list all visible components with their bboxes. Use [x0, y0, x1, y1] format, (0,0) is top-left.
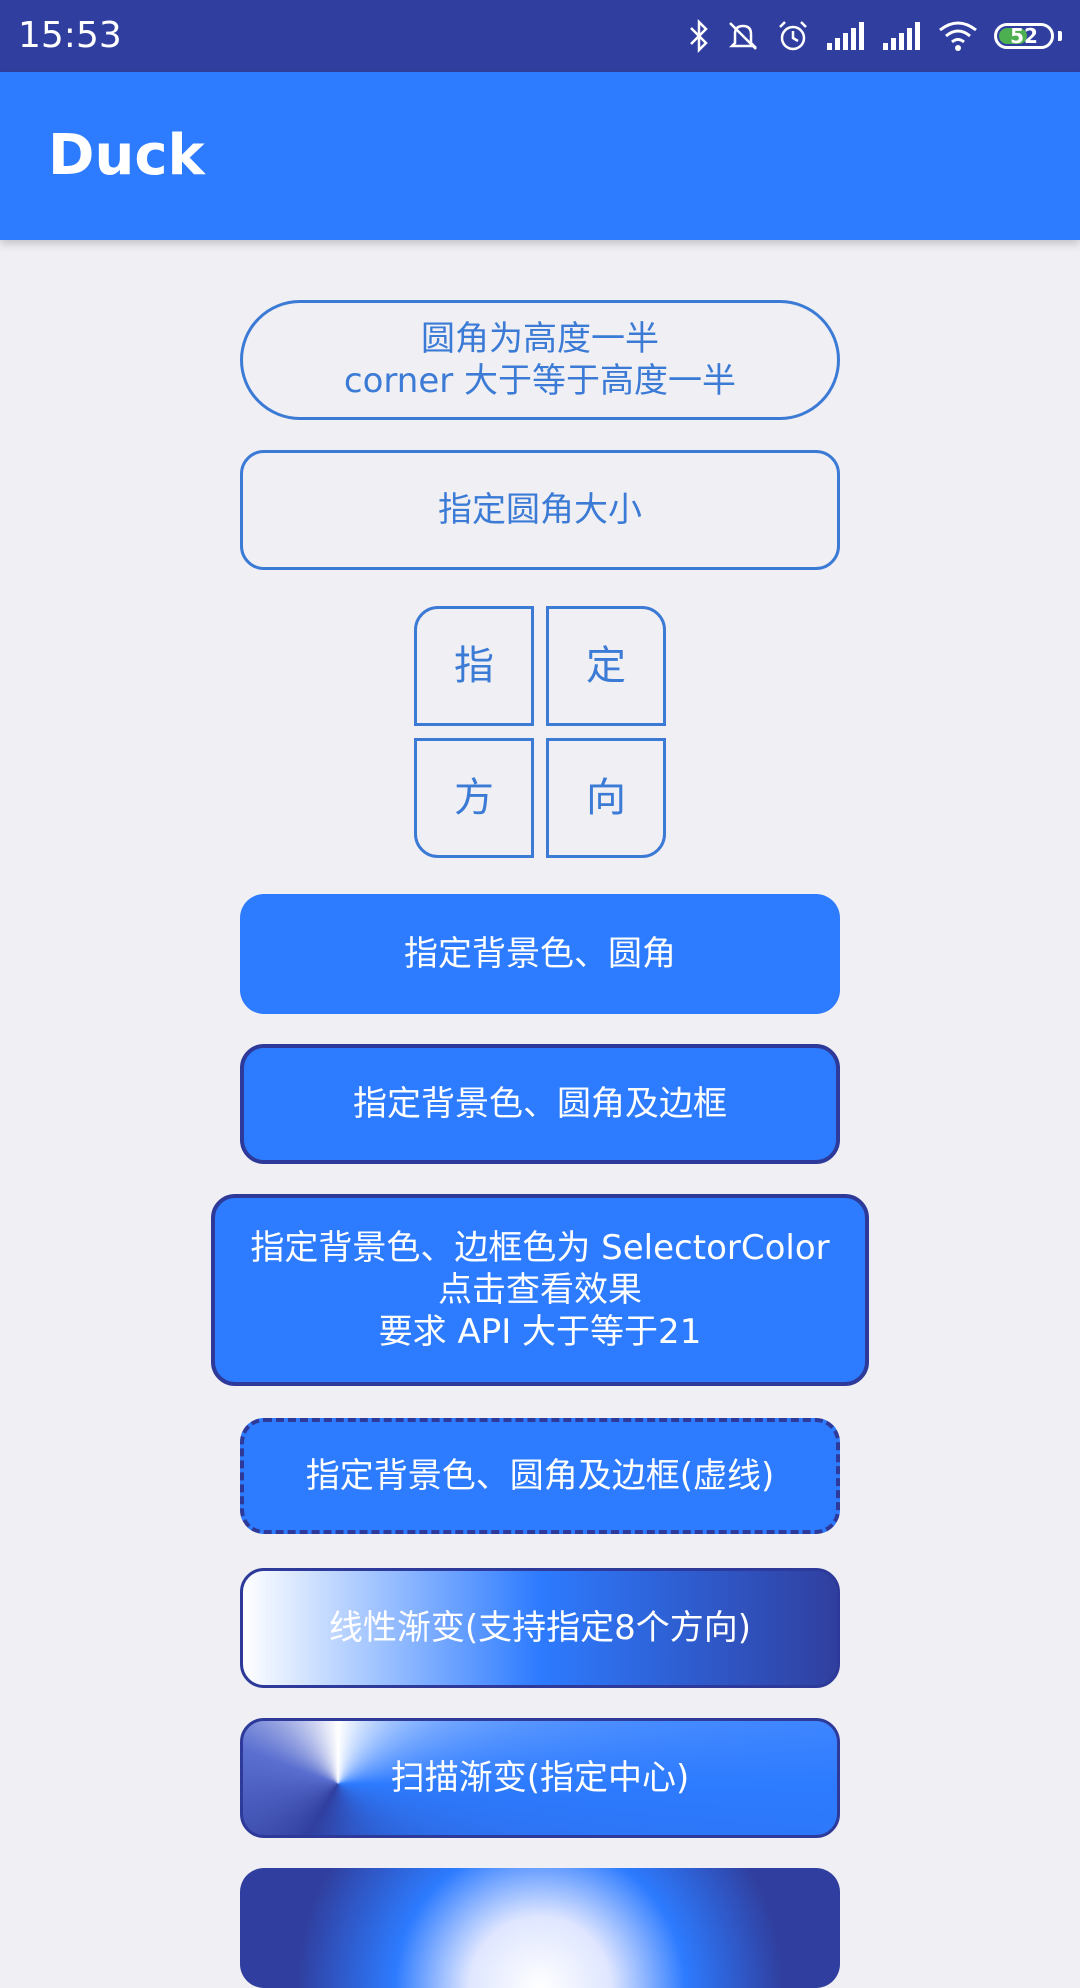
selector-color-button[interactable]: 指定背景色、边框色为 SelectorColor 点击查看效果 要求 API 大…: [211, 1194, 869, 1386]
wifi-icon: [939, 21, 977, 51]
direction-bottom-left-button[interactable]: 方: [414, 738, 534, 858]
bg-color-corner-button[interactable]: 指定背景色、圆角: [240, 894, 840, 1014]
linear-gradient-button[interactable]: 线性渐变(支持指定8个方向): [240, 1568, 840, 1688]
mute-icon: [728, 22, 758, 50]
status-time: 15:53: [18, 15, 122, 56]
bg-color-corner-border-button[interactable]: 指定背景色、圆角及边框: [240, 1044, 840, 1164]
battery-icon: 52: [994, 23, 1054, 49]
app-bar: Duck: [0, 72, 1080, 240]
signal-icon: [883, 22, 920, 50]
half-height-corner-button[interactable]: 圆角为高度一半 corner 大于等于高度一半: [240, 300, 840, 420]
direction-top-left-button[interactable]: 指: [414, 606, 534, 726]
signal-icon: [827, 22, 864, 50]
app-title: Duck: [48, 123, 205, 188]
dashed-border-button[interactable]: 指定背景色、圆角及边框(虚线): [240, 1418, 840, 1534]
battery-tip: [1058, 31, 1062, 41]
sweep-gradient-button[interactable]: 扫描渐变(指定中心): [240, 1718, 840, 1838]
direction-top-right-button[interactable]: 定: [546, 606, 666, 726]
alarm-icon: [779, 21, 807, 51]
status-bar: 15:53 52: [0, 0, 1080, 72]
battery-level: 52: [1010, 24, 1038, 48]
direction-bottom-right-button[interactable]: 向: [546, 738, 666, 858]
radial-gradient-button[interactable]: [240, 1868, 840, 1988]
bluetooth-icon: [690, 19, 708, 53]
status-icons: 52: [688, 14, 1062, 58]
specified-corner-button[interactable]: 指定圆角大小: [240, 450, 840, 570]
